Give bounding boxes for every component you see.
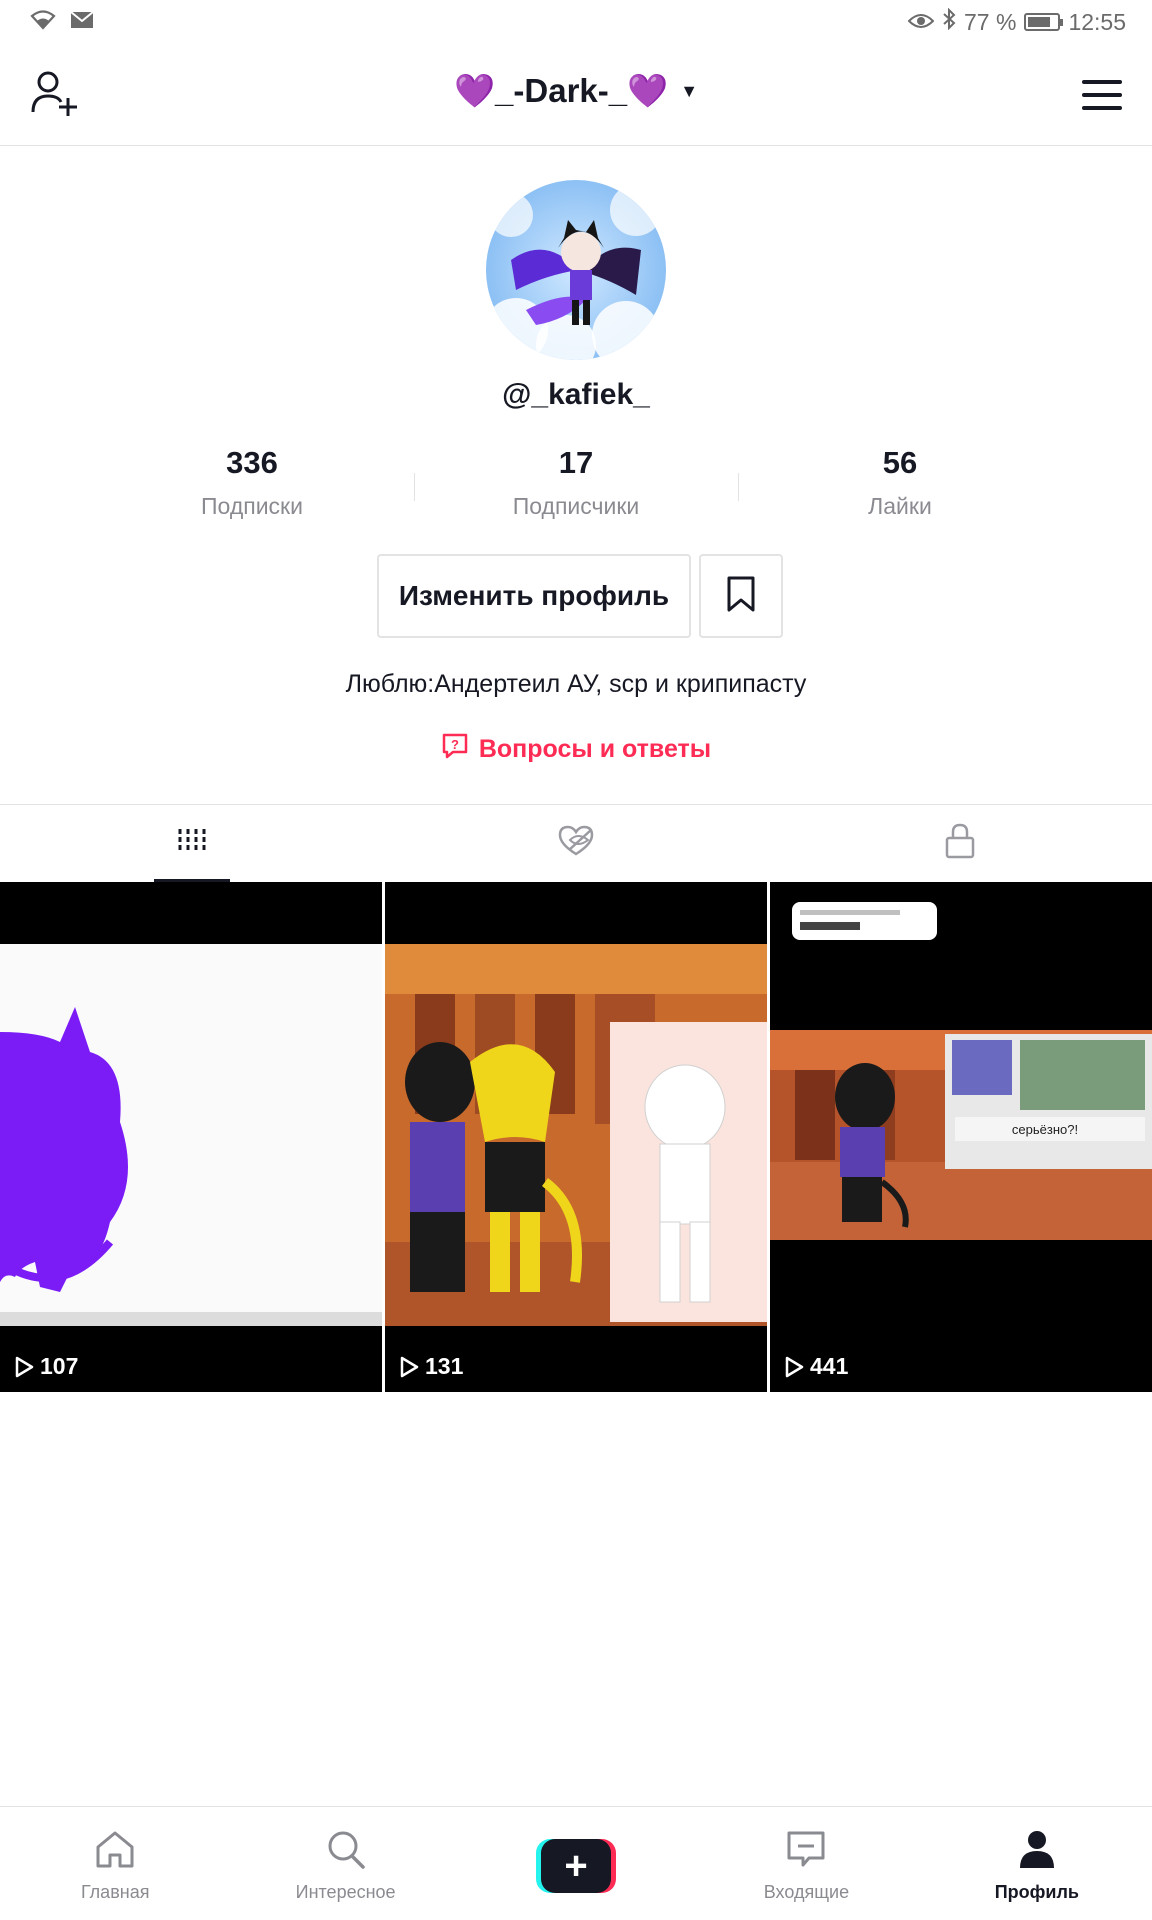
caret-down-icon: ▼ [680, 81, 699, 101]
nav-discover-label: Интересное [295, 1882, 396, 1902]
account-switcher[interactable]: 💜_-Dark-_💜 ▼ [0, 72, 1152, 111]
hamburger-menu-icon [1082, 80, 1122, 84]
view-count: 131 [399, 1353, 463, 1380]
home-icon [94, 1829, 136, 1874]
followers-stat[interactable]: 17 Подписчики [414, 445, 738, 525]
video-thumbnail[interactable]: серьёзно?! 441 [770, 882, 1152, 1392]
status-bar: 77 % 12:55 [0, 0, 1152, 50]
likes-label: Лайки [868, 493, 932, 519]
wifi-icon [30, 10, 56, 35]
content-tabs [0, 804, 1152, 882]
inbox-icon [785, 1829, 827, 1874]
likes-stat[interactable]: 56 Лайки [738, 445, 1062, 525]
bio: Люблю:Андертеил АУ, scp и крипипасту [345, 670, 807, 698]
plus-icon: + [541, 1839, 612, 1893]
nav-discover[interactable]: Интересное [230, 1807, 460, 1920]
hamburger-menu-button[interactable] [1082, 80, 1122, 110]
tab-private[interactable] [768, 805, 1152, 882]
bottom-navigation: Главная Интересное + Входящие Профиль [0, 1806, 1152, 1920]
nav-create[interactable]: + [461, 1807, 691, 1920]
view-count-value: 441 [810, 1353, 849, 1379]
bookmark-icon [726, 575, 756, 618]
profile-header: 💜_-Dark-_💜 ▼ [0, 50, 1152, 146]
eye-icon [907, 9, 935, 36]
following-label: Подписки [201, 493, 303, 519]
nav-home[interactable]: Главная [0, 1807, 230, 1920]
search-icon [325, 1829, 367, 1874]
bluetooth-icon [942, 7, 956, 36]
qa-label: Вопросы и ответы [478, 735, 712, 763]
nav-profile-label: Профиль [994, 1882, 1079, 1902]
favorites-button[interactable] [699, 554, 783, 638]
profile-icon [1016, 1829, 1058, 1874]
battery-percent: 77 % [964, 8, 1017, 35]
nav-home-label: Главная [80, 1882, 150, 1902]
view-count-value: 131 [425, 1353, 464, 1379]
followers-count: 17 [558, 445, 594, 480]
qa-link[interactable]: ? Вопросы и ответы [0, 732, 1152, 767]
battery-icon [1024, 13, 1064, 31]
nav-inbox-label: Входящие [763, 1882, 850, 1902]
video-thumbnail[interactable]: 131 [385, 882, 767, 1392]
nav-profile[interactable]: Профиль [922, 1807, 1152, 1920]
mail-icon [70, 11, 94, 34]
video-caption: серьёзно?! [1012, 1122, 1078, 1137]
view-count: 107 [14, 1353, 78, 1380]
video-grid: 107 131 серьёзно?! 441 [0, 882, 1152, 1392]
videos-grid-icon [176, 825, 208, 862]
nav-inbox[interactable]: Входящие [691, 1807, 921, 1920]
likes-count: 56 [882, 445, 918, 480]
following-stat[interactable]: 336 Подписки [90, 445, 414, 525]
tab-videos[interactable] [0, 805, 384, 882]
create-button[interactable]: + [536, 1839, 617, 1893]
svg-text:?: ? [451, 737, 459, 752]
liked-hidden-icon [556, 824, 596, 863]
username: @_kafiek_ [502, 378, 650, 411]
view-count: 441 [784, 1353, 848, 1380]
clock: 12:55 [1068, 8, 1126, 35]
following-count: 336 [226, 445, 278, 480]
view-count-value: 107 [40, 1353, 79, 1379]
private-lock-icon [944, 822, 976, 865]
avatar[interactable] [486, 180, 666, 360]
followers-label: Подписчики [512, 493, 640, 519]
question-bubble-icon: ? [441, 732, 469, 767]
video-thumbnail[interactable]: 107 [0, 882, 382, 1392]
profile-stats: 336 Подписки 17 Подписчики 56 Лайки [90, 445, 1062, 525]
account-name: 💜_-Dark-_💜 [453, 72, 669, 109]
edit-profile-button[interactable]: Изменить профиль [377, 554, 691, 638]
tab-liked[interactable] [384, 805, 768, 882]
